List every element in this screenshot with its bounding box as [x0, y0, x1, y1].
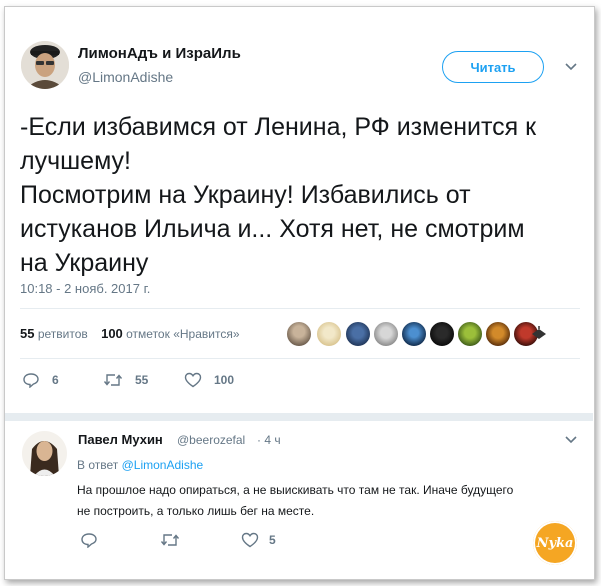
liker-avatar[interactable]	[316, 321, 342, 347]
reply-like-action[interactable]: 5	[241, 532, 276, 548]
retweet-count: 55	[135, 373, 149, 387]
retweets-stat[interactable]: 55 ретвитов	[20, 326, 88, 341]
in-reply-to-prefix: В ответ	[77, 458, 119, 472]
divider	[5, 413, 593, 421]
reply-action[interactable]: 6	[22, 372, 59, 388]
tweet-text-line: на Украину	[20, 249, 149, 277]
likes-stat[interactable]: 100 отметок «Нравится»	[101, 326, 240, 341]
chevron-down-icon[interactable]	[564, 435, 578, 445]
reply-author-avatar[interactable]	[22, 431, 67, 476]
liker-avatar[interactable]	[373, 321, 399, 347]
reply-author-name[interactable]: Павел Мухин	[78, 432, 163, 447]
reply-text-line: На прошлое надо опираться, а не выискива…	[77, 483, 514, 497]
chevron-down-icon[interactable]	[564, 62, 578, 72]
divider	[20, 308, 580, 309]
like-action[interactable]: 100	[184, 372, 234, 388]
reply-age[interactable]: · 4 ч	[257, 433, 281, 447]
in-reply-to: В ответ @LimonAdishe	[77, 458, 203, 472]
liker-avatar[interactable]	[286, 321, 312, 347]
reply-like-count: 5	[269, 533, 276, 547]
reply-count: 6	[52, 373, 59, 387]
retweet-icon	[103, 374, 123, 386]
liker-avatar[interactable]	[429, 321, 455, 347]
reply-icon	[23, 373, 39, 388]
tweet-text: -Если избавимся от Ленина, РФ изменится …	[20, 110, 580, 280]
liker-avatar[interactable]	[457, 321, 483, 347]
liker-avatar[interactable]	[485, 321, 511, 347]
reply-retweet-action[interactable]	[160, 532, 180, 548]
tweet-text-line: -Если избавимся от Ленина, РФ изменится …	[20, 113, 537, 141]
author-name[interactable]: ЛимонАдъ и ИзраИль	[78, 45, 241, 62]
retweet-action[interactable]: 55	[103, 372, 148, 388]
tweet-text-line: истуканов Ильича и... Хотя нет, не смотр…	[20, 215, 525, 243]
likes-count: 100	[101, 326, 123, 341]
reply-text-line: не построить, а только лишь бег на месте…	[77, 504, 315, 518]
divider	[20, 358, 580, 359]
retweet-icon	[160, 534, 180, 546]
tweet-timestamp[interactable]: 10:18 - 2 нояб. 2017 г.	[20, 281, 150, 296]
heart-icon	[184, 372, 202, 388]
watermark-logo: Nyka	[533, 521, 577, 565]
tweet-text-line: Посмотрим на Украину! Избавились от	[20, 181, 471, 209]
follow-button[interactable]: Читать	[442, 51, 544, 83]
heart-icon	[241, 532, 259, 548]
reply-icon	[81, 533, 97, 548]
liker-avatar[interactable]	[401, 321, 427, 347]
tweet-stats: 55 ретвитов 100 отметок «Нравится»	[20, 326, 240, 341]
in-reply-to-handle[interactable]: @LimonAdishe	[122, 458, 204, 472]
tweet-text-line: лучшему!	[20, 147, 131, 175]
reply-author-handle[interactable]: @beerozefal	[177, 433, 245, 447]
like-count: 100	[214, 373, 235, 387]
author-avatar[interactable]	[21, 41, 69, 89]
likes-label: отметок «Нравится»	[126, 327, 240, 341]
reply-reply-action[interactable]	[80, 532, 98, 548]
liker-avatar[interactable]	[530, 325, 548, 343]
author-handle[interactable]: @LimonAdishe	[78, 69, 173, 85]
liker-avatar[interactable]	[345, 321, 371, 347]
retweets-count: 55	[20, 326, 35, 341]
retweets-label: ретвитов	[37, 327, 88, 341]
reply-text: На прошлое надо опираться, а не выискива…	[77, 480, 577, 522]
